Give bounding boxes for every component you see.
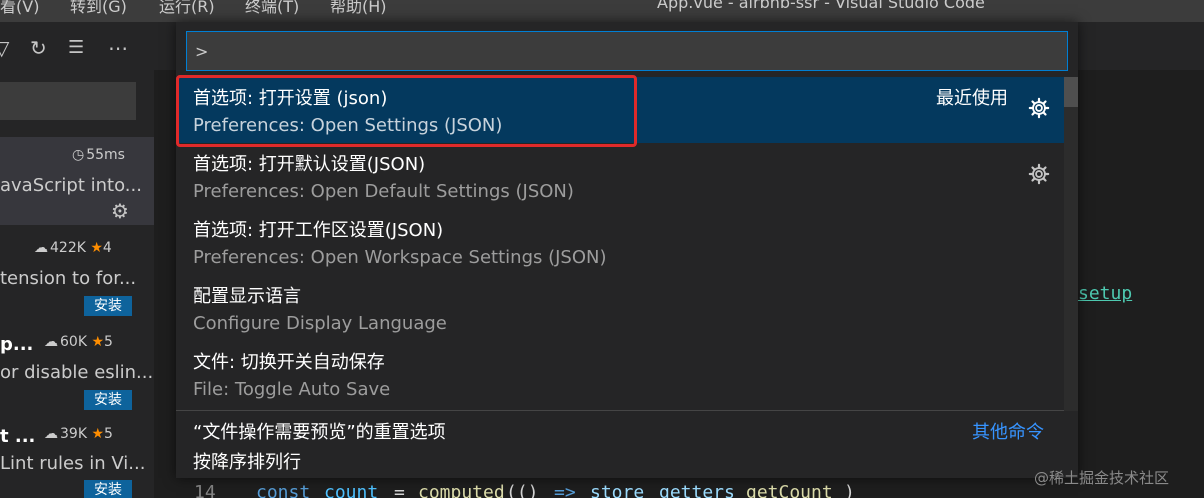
extensions-sidebar: ▽ ↻ ☰ ⋯ ◷ 55ms avaScript into... ⚙ ☁ 422K … (0, 22, 154, 498)
code-operator: = (394, 482, 405, 498)
command-input[interactable] (186, 31, 1068, 71)
command-detail: Configure Display Language (193, 313, 447, 334)
gear-icon[interactable]: ⚙ (111, 199, 129, 223)
install-button[interactable]: 安装 (84, 296, 132, 316)
menu-view[interactable]: 看(V) (0, 0, 39, 17)
code-object: store (590, 482, 645, 498)
star-icon: ★ (90, 240, 103, 256)
code-function: computed (418, 482, 505, 498)
command-detail: Preferences: Open Workspace Settings (JS… (193, 247, 607, 268)
code-paren-close: ) (844, 482, 855, 498)
rating-value: 4 (102, 240, 112, 256)
rating-value: 5 (104, 334, 113, 350)
extension-description: avaScript into... (0, 175, 142, 196)
gear-icon[interactable] (1028, 163, 1050, 185)
code-variable: count (324, 482, 379, 498)
highlight-annotation-box (176, 75, 637, 147)
filter-icon[interactable]: ▽ (0, 36, 9, 60)
title-bar: 看(V) 转到(G) 运行(R) 终端(T) 帮助(H) App.vue - a… (0, 0, 1204, 22)
code-property: getters (659, 482, 735, 498)
download-count-value: 39K (60, 426, 87, 442)
code-method: getCount (746, 482, 833, 498)
star-icon: ★ (91, 426, 105, 442)
gear-icon[interactable] (1028, 97, 1050, 119)
scrollbar-thumb[interactable] (1064, 77, 1078, 107)
cloud-download-icon: ☁ (44, 334, 58, 350)
download-count-value: 422K (50, 240, 86, 256)
menu-run[interactable]: 运行(R) (159, 0, 215, 17)
scrollbar[interactable] (1064, 77, 1078, 411)
extension-description: tension to for... (0, 268, 137, 289)
command-label: “文件操作需要预览”的重置选项 (193, 422, 446, 443)
command-item[interactable]: 配置显示语言 Configure Display Language (176, 275, 1064, 341)
refresh-icon[interactable]: ↻ (30, 36, 47, 60)
extension-search-input[interactable] (0, 82, 136, 120)
download-count: ☁ 60K ★5 (44, 334, 113, 350)
recently-used-badge: 最近使用 (936, 88, 1008, 109)
extension-item[interactable]: p... ☁ 60K ★5 or disable eslin... 安装 (0, 326, 154, 416)
command-label: 首选项: 打开默认设置(JSON) (193, 154, 426, 175)
code-keyword: const (256, 482, 311, 498)
star-icon: ★ (91, 334, 105, 350)
download-count: ☁ 39K ★5 (44, 426, 113, 442)
sidebar-toolbar: ▽ ↻ ☰ ⋯ (0, 36, 154, 60)
cloud-download-icon: ☁ (34, 240, 48, 256)
command-item[interactable]: 文件: 切换开关自动保存 File: Toggle Auto Save (176, 341, 1064, 407)
command-detail: File: Toggle Auto Save (193, 379, 391, 400)
code-setup-token: setup (1078, 283, 1133, 304)
menu-go[interactable]: 转到(G) (70, 0, 127, 17)
install-button[interactable]: 安装 (84, 480, 132, 498)
command-label: 文件: 切换开关自动保存 (193, 352, 385, 373)
command-item[interactable]: “文件操作需要预览”的重置选项 按降序排列行 其他命令 (176, 411, 1064, 477)
extension-item[interactable]: t ... ☁ 39K ★5 Lint rules in Vi... 安装 (0, 420, 154, 498)
line-number: 14 (194, 482, 216, 498)
activation-time-value: 55ms (86, 147, 125, 163)
code-arrow: => (554, 482, 576, 498)
command-item[interactable]: 首选项: 打开工作区设置(JSON) Preferences: Open Wor… (176, 209, 1064, 275)
history-icon: ◷ (72, 147, 85, 163)
extension-item[interactable]: ☁ 422K ★4 tension to for... 安装 (0, 232, 154, 322)
rating-value: 5 (104, 426, 113, 442)
menu-terminal[interactable]: 终端(T) (245, 0, 299, 17)
extension-name: p... (0, 334, 34, 355)
download-count-value: 60K (60, 334, 87, 350)
extension-description: Lint rules in Vi... (0, 453, 146, 474)
download-count: ☁ 422K ★4 (34, 240, 112, 256)
menu-help[interactable]: 帮助(H) (330, 0, 387, 17)
window-title: App.vue - airbnb-ssr - Visual Studio Cod… (657, 0, 985, 12)
command-detail: Preferences: Open Default Settings (JSON… (193, 181, 574, 202)
other-commands-label: 其他命令 (972, 422, 1044, 443)
command-label: 首选项: 打开工作区设置(JSON) (193, 220, 444, 241)
more-actions-icon[interactable]: ⋯ (108, 36, 128, 60)
command-label: 配置显示语言 (193, 286, 301, 307)
command-item[interactable]: 首选项: 打开默认设置(JSON) Preferences: Open Defa… (176, 143, 1064, 209)
activation-time: ◷ 55ms (72, 147, 125, 163)
code-paren: (() (506, 482, 539, 498)
install-button[interactable]: 安装 (84, 390, 132, 410)
extension-description: or disable eslin... (0, 362, 154, 383)
extension-item[interactable]: ◷ 55ms avaScript into... ⚙ (0, 137, 154, 225)
clear-results-icon[interactable]: ☰ (68, 36, 84, 60)
watermark: @稀土掘金技术社区 (1034, 469, 1170, 487)
command-label: 按降序排列行 (193, 452, 301, 473)
extension-name: t ... (0, 426, 36, 447)
cloud-download-icon: ☁ (44, 426, 58, 442)
